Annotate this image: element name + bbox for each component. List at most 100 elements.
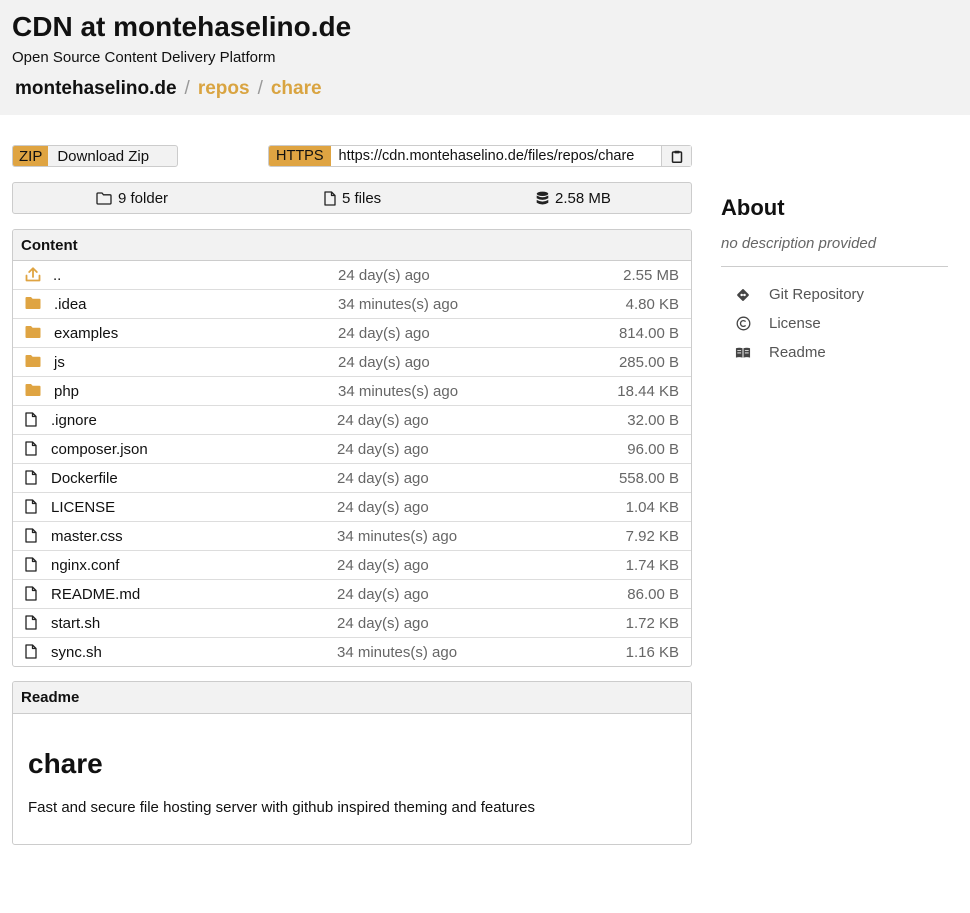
file-icon (25, 586, 37, 605)
https-tag: HTTPS (269, 146, 331, 166)
breadcrumb-root[interactable]: montehaselino.de (15, 78, 177, 100)
modified-time: 34 minutes(s) ago (337, 528, 458, 545)
file-row[interactable]: Dockerfile 24 day(s) ago 558.00 B (13, 464, 691, 493)
file-name[interactable]: LICENSE (51, 499, 115, 516)
file-size: 7.92 KB (625, 528, 679, 545)
file-size: 558.00 B (618, 470, 679, 487)
modified-time: 34 minutes(s) ago (338, 383, 459, 400)
modified-time: 24 day(s) ago (338, 267, 430, 284)
file-name[interactable]: start.sh (51, 615, 100, 632)
file-row[interactable]: composer.json 24 day(s) ago 96.00 B (13, 435, 691, 464)
readme-panel: Readme chare Fast and secure file hostin… (12, 681, 692, 845)
file-size: 1.72 KB (625, 615, 679, 632)
file-count: 5 files (342, 190, 382, 207)
site-title: CDN at montehaselino.de (12, 11, 352, 42)
git-icon (735, 288, 751, 302)
file-row[interactable]: .idea 34 minutes(s) ago 4.80 KB (13, 290, 691, 319)
modified-time: 24 day(s) ago (337, 441, 429, 458)
git-repository-label: Git Repository (769, 286, 865, 303)
file-row[interactable]: LICENSE 24 day(s) ago 1.04 KB (13, 493, 691, 522)
about-divider (721, 266, 948, 267)
parent-directory-icon (25, 267, 41, 286)
file-name[interactable]: nginx.conf (51, 557, 119, 574)
file-name[interactable]: examples (54, 325, 118, 342)
breadcrumb-item-repos[interactable]: repos (198, 78, 250, 100)
file-icon (25, 644, 37, 663)
file-size: 285.00 B (618, 354, 679, 371)
copy-url-button[interactable] (661, 146, 691, 166)
file-size: 86.00 B (627, 586, 679, 603)
content-heading: Content (13, 230, 691, 261)
file-size: 814.00 B (618, 325, 679, 342)
file-name[interactable]: php (54, 383, 79, 400)
modified-time: 24 day(s) ago (337, 586, 429, 603)
file-name[interactable]: .ignore (51, 412, 97, 429)
file-icon (25, 499, 37, 518)
license-label: License (769, 315, 821, 332)
clone-url-box: HTTPS (268, 145, 692, 167)
readme-label: Readme (769, 344, 826, 361)
modified-time: 24 day(s) ago (337, 470, 429, 487)
about-description: no description provided (721, 235, 877, 252)
readme-link[interactable]: Readme (735, 344, 826, 361)
file-size: 32.00 B (627, 412, 679, 429)
file-row[interactable]: examples 24 day(s) ago 814.00 B (13, 319, 691, 348)
file-name[interactable]: composer.json (51, 441, 148, 458)
file-icon (25, 528, 37, 547)
file-row[interactable]: .. 24 day(s) ago 2.55 MB (13, 261, 691, 290)
content-panel: Content .. 24 day(s) ago 2.55 MB .idea 34 mi… (12, 229, 692, 667)
file-row[interactable]: php 34 minutes(s) ago 18.44 KB (13, 377, 691, 406)
clipboard-icon (671, 150, 682, 163)
site-subtitle: Open Source Content Delivery Platform (12, 49, 276, 66)
about-title: About (721, 195, 785, 220)
modified-time: 24 day(s) ago (337, 499, 429, 516)
file-size: 2.55 MB (623, 267, 679, 284)
file-row[interactable]: .ignore 24 day(s) ago 32.00 B (13, 406, 691, 435)
file-size: 18.44 KB (617, 383, 679, 400)
file-size: 1.16 KB (625, 644, 679, 661)
file-row[interactable]: sync.sh 34 minutes(s) ago 1.16 KB (13, 638, 691, 666)
modified-time: 24 day(s) ago (337, 557, 429, 574)
copyright-icon (735, 316, 751, 331)
file-name[interactable]: README.md (51, 586, 140, 603)
file-row[interactable]: master.css 34 minutes(s) ago 7.92 KB (13, 522, 691, 551)
breadcrumb-separator: / (257, 78, 263, 99)
clone-url-input[interactable] (330, 146, 661, 166)
file-icon (25, 470, 37, 489)
download-zip-label: Download Zip (57, 147, 150, 165)
site-header: CDN at montehaselino.de Open Source Cont… (0, 0, 970, 115)
file-icon (25, 557, 37, 576)
git-repository-link[interactable]: Git Repository (735, 286, 864, 303)
folder-icon (25, 383, 41, 401)
file-row[interactable]: start.sh 24 day(s) ago 1.72 KB (13, 609, 691, 638)
folder-icon (25, 354, 41, 372)
file-size: 1.74 KB (625, 557, 679, 574)
zip-tag: ZIP (13, 146, 49, 166)
file-name[interactable]: Dockerfile (51, 470, 118, 487)
total-size: 2.58 MB (555, 190, 611, 207)
modified-time: 24 day(s) ago (337, 615, 429, 632)
file-name[interactable]: .idea (54, 296, 87, 313)
modified-time: 34 minutes(s) ago (337, 644, 458, 661)
license-link[interactable]: License (735, 315, 821, 332)
repo-stats-bar: 9 folder 5 files 2.58 MB (12, 182, 692, 214)
readme-title: chare (28, 748, 103, 779)
breadcrumb-separator: / (184, 78, 190, 99)
file-row[interactable]: README.md 24 day(s) ago 86.00 B (13, 580, 691, 609)
modified-time: 24 day(s) ago (338, 325, 430, 342)
breadcrumb-item-chare[interactable]: chare (271, 78, 322, 100)
file-name[interactable]: master.css (51, 528, 123, 545)
file-row[interactable]: nginx.conf 24 day(s) ago 1.74 KB (13, 551, 691, 580)
file-row[interactable]: js 24 day(s) ago 285.00 B (13, 348, 691, 377)
modified-time: 24 day(s) ago (338, 354, 430, 371)
folder-icon (25, 325, 41, 343)
file-outline-icon (324, 191, 336, 206)
file-icon (25, 441, 37, 460)
readme-description: Fast and secure file hosting server with… (28, 799, 535, 816)
download-zip-button[interactable]: ZIP Download Zip (12, 145, 178, 167)
file-name[interactable]: sync.sh (51, 644, 102, 661)
file-name[interactable]: js (54, 354, 65, 371)
file-list: .. 24 day(s) ago 2.55 MB .idea 34 minutes(s)… (13, 261, 691, 666)
file-name[interactable]: .. (53, 267, 61, 284)
file-size: 4.80 KB (625, 296, 679, 313)
